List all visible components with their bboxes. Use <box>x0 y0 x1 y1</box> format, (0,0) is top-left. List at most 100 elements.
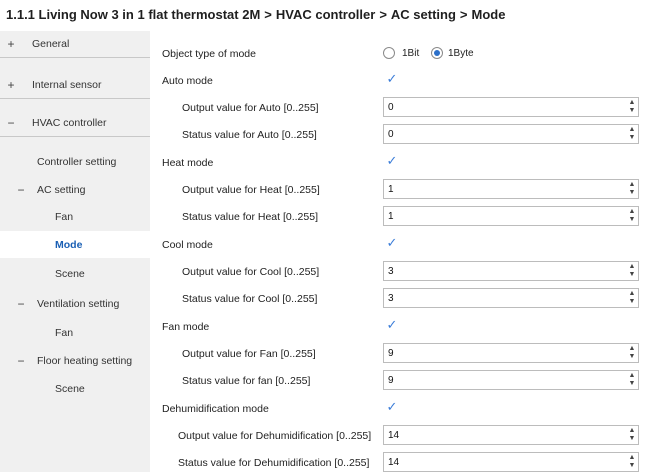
checkmark-icon[interactable]: ✓ <box>385 318 399 332</box>
dehumidification-status-value[interactable]: 14 <box>388 457 399 468</box>
spin-up-icon[interactable]: ▲ <box>628 372 636 380</box>
sidebar-item-scene[interactable]: Scene <box>0 260 150 287</box>
dehumidification-output-input[interactable]: 14 ▲ ▼ <box>383 425 639 445</box>
radio-1bit-label[interactable]: 1Bit <box>402 48 419 59</box>
sidebar-item-label: Scene <box>55 382 85 395</box>
spin-down-icon[interactable]: ▼ <box>628 271 636 279</box>
spin-down-icon[interactable]: ▼ <box>628 380 636 388</box>
spin-up-icon[interactable]: ▲ <box>628 427 636 435</box>
heat-output-input[interactable]: 1 ▲ ▼ <box>383 179 639 199</box>
cool-status-value[interactable]: 3 <box>388 293 394 304</box>
sidebar-item-ventilation-fan[interactable]: Fan <box>0 319 150 346</box>
fan-output-input[interactable]: 9 ▲ ▼ <box>383 343 639 363</box>
cool-output-input[interactable]: 3 ▲ ▼ <box>383 261 639 281</box>
breadcrumb-separator: > <box>459 7 468 22</box>
spin-down-icon[interactable]: ▼ <box>628 216 636 224</box>
collapse-icon[interactable]: − <box>4 116 18 130</box>
breadcrumb-device: 1.1.1 Living Now 3 in 1 flat thermostat … <box>6 7 261 22</box>
spin-down-icon[interactable]: ▼ <box>628 435 636 443</box>
sidebar-item-label: Floor heating setting <box>37 354 133 367</box>
auto-output-input[interactable]: 0 ▲ ▼ <box>383 97 639 117</box>
breadcrumb: 1.1.1 Living Now 3 in 1 flat thermostat … <box>0 0 645 28</box>
heat-output-label: Output value for Heat [0..255] <box>182 184 320 196</box>
sidebar-item-fan[interactable]: Fan <box>0 203 150 230</box>
spin-down-icon[interactable]: ▼ <box>628 353 636 361</box>
sidebar-item-label: Internal sensor <box>32 79 102 91</box>
checkmark-icon[interactable]: ✓ <box>385 154 399 168</box>
fan-output-value[interactable]: 9 <box>388 348 394 359</box>
fan-status-row: Status value for fan [0..255] 9 ▲ ▼ <box>150 367 645 394</box>
sidebar-item-internal-sensor[interactable]: + Internal sensor <box>0 72 150 99</box>
cool-status-input[interactable]: 3 ▲ ▼ <box>383 288 639 308</box>
heat-status-input[interactable]: 1 ▲ ▼ <box>383 206 639 226</box>
cool-output-value[interactable]: 3 <box>388 266 394 277</box>
dehumidification-output-value[interactable]: 14 <box>388 430 399 441</box>
sidebar-item-hvac-controller[interactable]: − HVAC controller <box>0 110 150 137</box>
auto-status-input[interactable]: 0 ▲ ▼ <box>383 124 639 144</box>
auto-mode-row: Auto mode ✓ <box>150 67 645 94</box>
breadcrumb-ac-setting: AC setting <box>390 7 456 22</box>
collapse-icon[interactable]: − <box>14 183 28 197</box>
sidebar-item-ventilation-setting[interactable]: − Ventilation setting <box>0 290 150 317</box>
breadcrumb-mode: Mode <box>471 7 506 22</box>
spin-down-icon[interactable]: ▼ <box>628 134 636 142</box>
spin-up-icon[interactable]: ▲ <box>628 454 636 462</box>
fan-status-value[interactable]: 9 <box>388 375 394 386</box>
collapse-icon[interactable]: − <box>14 297 28 311</box>
object-type-row: Object type of mode 1Bit 1Byte <box>150 40 645 67</box>
heat-mode-label: Heat mode <box>162 157 214 169</box>
cool-mode-row: Cool mode ✓ <box>150 231 645 258</box>
spin-down-icon[interactable]: ▼ <box>628 298 636 306</box>
sidebar-item-label: Mode <box>55 238 83 251</box>
sidebar-item-controller-setting[interactable]: Controller setting <box>0 148 150 175</box>
sidebar-item-floor-heating-scene[interactable]: Scene <box>0 375 150 402</box>
expand-icon[interactable]: + <box>4 78 18 92</box>
dehumidification-mode-label: Dehumidification mode <box>162 403 269 415</box>
dehumidification-mode-row: Dehumidification mode ✓ <box>150 395 645 422</box>
spin-up-icon[interactable]: ▲ <box>628 126 636 134</box>
sidebar-item-ac-setting[interactable]: − AC setting <box>0 176 150 203</box>
fan-status-input[interactable]: 9 ▲ ▼ <box>383 370 639 390</box>
spin-up-icon[interactable]: ▲ <box>628 181 636 189</box>
radio-1bit[interactable] <box>383 47 395 59</box>
spin-down-icon[interactable]: ▼ <box>628 189 636 197</box>
spin-down-icon[interactable]: ▼ <box>628 462 636 470</box>
checkmark-icon[interactable]: ✓ <box>385 72 399 86</box>
spin-up-icon[interactable]: ▲ <box>628 99 636 107</box>
sidebar-item-mode[interactable]: Mode <box>0 231 154 258</box>
auto-status-label: Status value for Auto [0..255] <box>182 129 317 141</box>
expand-icon[interactable]: + <box>4 37 18 51</box>
fan-output-row: Output value for Fan [0..255] 9 ▲ ▼ <box>150 340 645 367</box>
auto-status-value[interactable]: 0 <box>388 129 394 140</box>
object-type-label: Object type of mode <box>162 48 256 60</box>
fan-output-label: Output value for Fan [0..255] <box>182 348 316 360</box>
fan-mode-label: Fan mode <box>162 321 210 333</box>
dehumidification-status-input[interactable]: 14 ▲ ▼ <box>383 452 639 472</box>
heat-output-value[interactable]: 1 <box>388 184 394 195</box>
cool-mode-label: Cool mode <box>162 239 213 251</box>
cool-status-label: Status value for Cool [0..255] <box>182 293 318 305</box>
heat-status-value[interactable]: 1 <box>388 211 394 222</box>
spin-up-icon[interactable]: ▲ <box>628 345 636 353</box>
auto-output-label: Output value for Auto [0..255] <box>182 102 319 114</box>
sidebar-item-label: Controller setting <box>37 155 117 168</box>
radio-1byte[interactable] <box>431 47 443 59</box>
heat-mode-row: Heat mode ✓ <box>150 149 645 176</box>
fan-status-label: Status value for fan [0..255] <box>182 375 311 387</box>
heat-status-row: Status value for Heat [0..255] 1 ▲ ▼ <box>150 203 645 230</box>
spin-up-icon[interactable]: ▲ <box>628 290 636 298</box>
sidebar-item-general[interactable]: + General <box>0 31 150 58</box>
collapse-icon[interactable]: − <box>14 354 28 368</box>
sidebar-item-label: Scene <box>55 267 85 280</box>
cool-status-row: Status value for Cool [0..255] 3 ▲ ▼ <box>150 285 645 312</box>
breadcrumb-separator: > <box>379 7 387 22</box>
auto-output-value[interactable]: 0 <box>388 102 394 113</box>
dehumidification-output-label: Output value for Dehumidification [0..25… <box>178 430 372 442</box>
spin-up-icon[interactable]: ▲ <box>628 263 636 271</box>
spin-up-icon[interactable]: ▲ <box>628 208 636 216</box>
checkmark-icon[interactable]: ✓ <box>385 400 399 414</box>
radio-1byte-label[interactable]: 1Byte <box>448 48 474 59</box>
spin-down-icon[interactable]: ▼ <box>628 107 636 115</box>
sidebar-item-floor-heating-setting[interactable]: − Floor heating setting <box>0 347 150 374</box>
checkmark-icon[interactable]: ✓ <box>385 236 399 250</box>
